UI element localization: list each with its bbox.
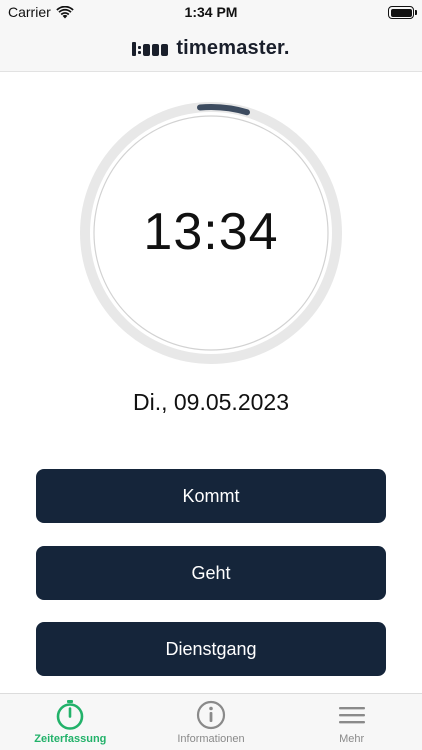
status-time: 1:34 PM (184, 4, 238, 20)
app-logo: timemaster. (132, 37, 289, 60)
tab-mehr[interactable]: Mehr (281, 694, 422, 750)
clock-dial: 13:34 (79, 101, 343, 365)
tab-bar: Zeiterfassung Informationen Mehr (0, 693, 422, 750)
status-bar: Carrier 1:34 PM (0, 0, 422, 26)
dienstgang-button[interactable]: Dienstgang (36, 622, 386, 676)
stopwatch-icon (57, 700, 84, 730)
clock-time: 13:34 (143, 203, 279, 261)
nav-bar: timemaster. (0, 26, 422, 72)
kommt-button[interactable]: Kommt (36, 469, 386, 523)
tab-zeiterfassung[interactable]: Zeiterfassung (0, 694, 141, 750)
battery-icon (388, 6, 417, 19)
current-date: Di., 09.05.2023 (132, 389, 289, 415)
tab-informationen[interactable]: Informationen (141, 694, 282, 750)
logo-text: timemaster. (176, 37, 290, 59)
menu-icon (338, 707, 365, 724)
logo-mark-icon (132, 41, 169, 56)
tab-label: Zeiterfassung (34, 733, 107, 745)
tab-label: Mehr (339, 733, 365, 745)
geht-button[interactable]: Geht (36, 546, 386, 600)
tab-label: Informationen (177, 733, 245, 745)
info-icon (196, 700, 226, 730)
